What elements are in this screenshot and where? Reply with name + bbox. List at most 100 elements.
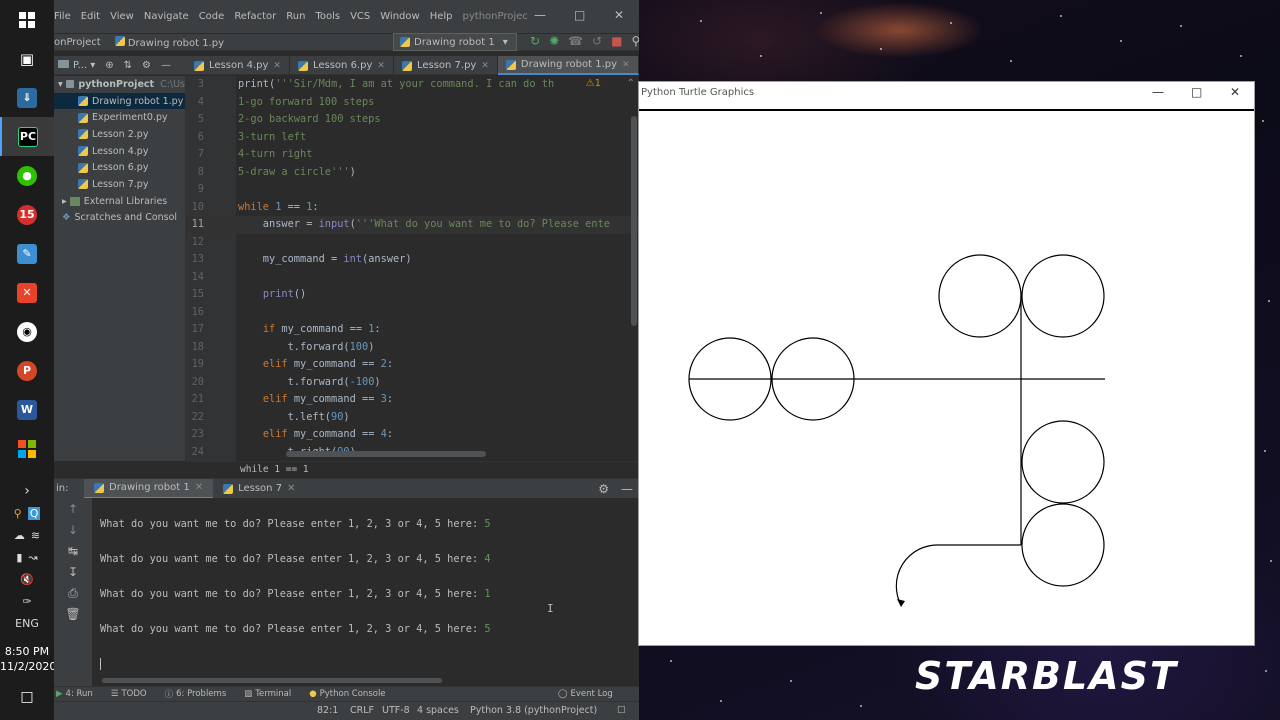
build-icon[interactable]: ↺ [592,34,602,48]
console-horizontal-scrollbar[interactable] [102,678,442,683]
menu-vcs[interactable]: VCS [350,11,370,22]
menu-help[interactable]: Help [430,11,453,22]
stop-icon[interactable]: ■ [611,34,622,48]
code-line[interactable]: 19 elif my_command == 2: [186,356,639,374]
menu-file[interactable]: File [54,11,71,22]
tree-scratches[interactable]: ❖ Scratches and Consol [54,210,185,227]
tree-file[interactable]: Lesson 6.py [54,159,185,176]
code-breadcrumb[interactable]: while 1 == 1 [186,461,639,477]
tool-todo[interactable]: ☰ TODO [111,689,147,699]
run-tab-lesson-7[interactable]: Lesson 7 ✕ [213,479,305,499]
tree-file[interactable]: Lesson 7.py [54,176,185,193]
close-tab-icon[interactable]: ✕ [287,483,295,494]
taskbar-app-store[interactable] [0,429,54,468]
notification-button[interactable]: □ [0,684,54,710]
turtle-minimize-button[interactable]: — [1152,85,1164,99]
code-line[interactable]: 15 print() [186,286,639,304]
tree-file[interactable]: Drawing robot 1.py [54,92,185,110]
hide-icon[interactable]: — [621,482,633,496]
tray-app-icon[interactable]: Q [27,506,41,520]
clock[interactable]: 8:50 PM 11/2/2020 [0,644,56,674]
menu-window[interactable]: Window [380,11,419,22]
tab-drawing-robot[interactable]: Drawing robot 1.py ✕ [497,56,639,75]
code-line[interactable]: 14 [186,269,639,287]
taskbar-app-badge[interactable]: 15 [0,195,54,234]
print-icon[interactable]: ⎙ [54,586,92,607]
taskbar-app-obs[interactable]: ◉ [0,312,54,351]
code-line[interactable]: 17 if my_command == 1: [186,321,639,339]
soft-wrap-icon[interactable]: ↹ [54,544,92,565]
search-icon[interactable]: ⚲ [631,34,639,48]
close-tab-icon[interactable]: ✕ [195,482,203,493]
pen-icon[interactable]: ✑ [22,595,31,608]
task-view-button[interactable]: ▣ [0,39,54,78]
maximize-button[interactable]: □ [574,8,585,22]
close-tab-icon[interactable]: ✕ [622,60,630,70]
tool-problems[interactable]: ⓘ 6: Problems [165,688,227,700]
warning-indicator[interactable]: ⚠1 [586,78,601,89]
status-encoding[interactable]: UTF-8 [382,705,410,716]
tree-file[interactable]: Experiment0.py [54,109,185,126]
mute-icon[interactable]: 🔇 [20,573,34,586]
menu-view[interactable]: View [110,11,134,22]
cloud-icon[interactable]: ☁ [14,529,25,542]
debug-icon[interactable]: ✺ [549,34,559,48]
tree-external-libraries[interactable]: ▸ External Libraries [54,193,185,210]
tool-terminal[interactable]: ▨ Terminal [244,689,291,699]
start-button[interactable] [0,0,54,39]
language-indicator[interactable]: ENG [15,617,39,630]
taskbar-app-notes[interactable]: ✎ [0,234,54,273]
hide-icon[interactable]: — [161,60,171,71]
status-interpreter[interactable]: Python 3.8 (pythonProject) [470,705,597,716]
run-console[interactable]: What do you want me to do? Please enter … [92,498,639,686]
turtle-maximize-button[interactable]: □ [1191,85,1202,99]
tool-python-console[interactable]: ● Python Console [309,689,385,699]
search-tray-icon[interactable]: ⚲ [14,507,22,520]
tab-lesson-7[interactable]: Lesson 7.py ✕ [394,56,498,75]
code-line[interactable]: 23 elif my_command == 4: [186,426,639,444]
tab-lesson-4[interactable]: Lesson 4.py ✕ [186,56,290,75]
breadcrumb-project[interactable]: onProject [54,37,101,48]
code-line[interactable]: 16 [186,304,639,322]
menu-edit[interactable]: Edit [81,11,100,22]
menu-code[interactable]: Code [199,11,225,22]
tree-root[interactable]: ▾ pythonProject C:\Us [54,76,185,93]
code-line[interactable]: 7 4-turn right [186,146,639,164]
chevron-right-icon[interactable]: › [24,483,30,499]
close-tab-icon[interactable]: ✕ [481,61,489,71]
taskbar-app-tool[interactable]: ⇓ [0,78,54,117]
scroll-up-icon[interactable]: ↑ [54,502,92,523]
menu-tools[interactable]: Tools [315,11,340,22]
taskbar-app-pycharm[interactable]: PC [0,117,54,156]
locate-icon[interactable]: ⊕ [105,60,113,71]
wifi-icon[interactable]: ≋ [31,529,40,542]
tool-event-log[interactable]: ◯ Event Log [558,689,613,699]
tool-run[interactable]: ▶ 4: Run [56,689,93,699]
tree-file[interactable]: Lesson 4.py [54,143,185,160]
status-position[interactable]: 82:1 [317,705,338,716]
code-line[interactable]: 9 [186,181,639,199]
settings-icon[interactable]: ⚙ [598,482,609,496]
scroll-to-end-icon[interactable]: ↧ [54,565,92,586]
code-line[interactable]: 18 t.forward(100) [186,339,639,357]
close-tab-icon[interactable]: ✕ [377,61,385,71]
minimize-button[interactable]: — [534,8,546,22]
turtle-titlebar[interactable]: Python Turtle Graphics — □ ✕ [639,82,1254,106]
code-line[interactable]: 6 3-turn left [186,129,639,147]
breadcrumb-file[interactable]: Drawing robot 1.py [114,35,224,49]
code-line[interactable]: 20 t.forward(-100) [186,374,639,392]
taskbar-app-powerpoint[interactable]: P [0,351,54,390]
code-line[interactable]: 3 print('''Sir/Mdm, I am at your command.… [186,76,639,94]
run-tab-drawing-robot[interactable]: Drawing robot 1 ✕ [84,478,214,499]
project-view-select[interactable]: P... ▾ [58,60,95,71]
lock-icon[interactable]: ☐ [617,705,626,716]
collapse-icon[interactable]: ⇅ [124,60,132,71]
code-line[interactable]: 4 1-go forward 100 steps [186,94,639,112]
menu-refactor[interactable]: Refactor [234,11,276,22]
code-line[interactable]: 10 while 1 == 1: [186,199,639,217]
close-tab-icon[interactable]: ✕ [273,61,281,71]
close-button[interactable]: ✕ [614,8,624,22]
turtle-close-button[interactable]: ✕ [1230,85,1240,99]
tree-file[interactable]: Lesson 2.py [54,126,185,143]
status-indent[interactable]: 4 spaces [417,705,459,716]
